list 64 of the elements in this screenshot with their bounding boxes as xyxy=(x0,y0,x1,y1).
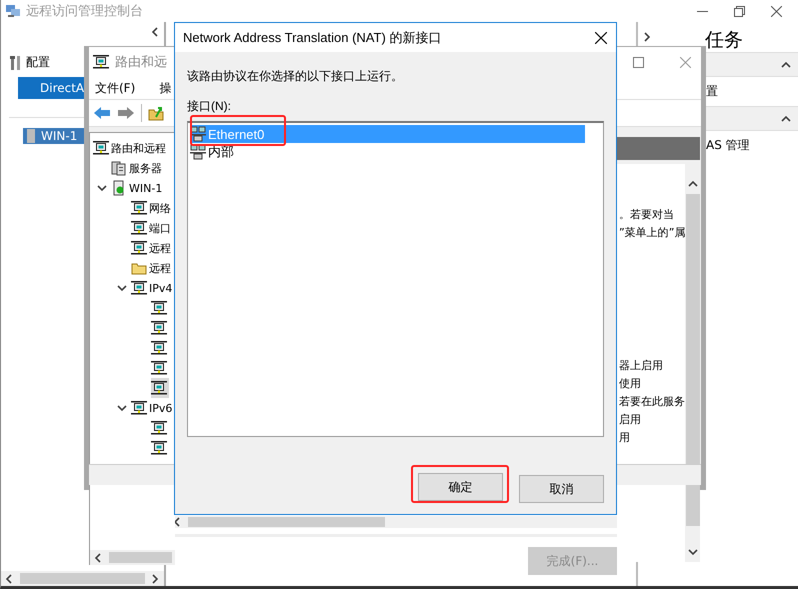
tools-icon xyxy=(9,54,23,70)
back-icon[interactable] xyxy=(93,106,111,120)
server-icon xyxy=(111,160,127,176)
list-label: 接口(N): xyxy=(187,99,232,113)
description-text: ”菜单上的”属 xyxy=(619,225,686,241)
tree-item[interactable]: 网络 xyxy=(131,198,173,218)
description-text: 启用 xyxy=(619,412,642,428)
scrollbar-thumb[interactable] xyxy=(109,552,172,563)
section-heading: 配置 xyxy=(26,54,50,71)
task-link[interactable]: 置 xyxy=(706,83,718,100)
tree-item[interactable]: 远程 xyxy=(131,238,173,258)
dialog-message: 该路由协议在你选择的以下接口上运行。 xyxy=(187,68,404,85)
description-text: 用 xyxy=(619,430,631,446)
server-item[interactable]: WIN-1 xyxy=(23,128,85,144)
network-adapter-icon xyxy=(190,126,206,142)
description-text: 器上启用 xyxy=(619,358,664,374)
tree-item[interactable]: IPv6 xyxy=(131,398,174,418)
computer-icon xyxy=(131,280,147,296)
computer-icon xyxy=(151,380,167,396)
restore-icon[interactable] xyxy=(734,6,745,16)
computer-icon xyxy=(131,200,147,216)
computer-icon xyxy=(93,140,109,156)
nav-button[interactable]: DirectA xyxy=(18,77,85,99)
list-item[interactable]: 内部 xyxy=(190,143,585,161)
computer-icon xyxy=(151,340,167,356)
app-icon xyxy=(5,3,21,19)
tree-item[interactable] xyxy=(151,378,169,398)
computer-icon xyxy=(151,420,167,436)
dialog-title: Network Address Translation (NAT) 的新接口 xyxy=(183,28,442,46)
scrollbar-thumb[interactable] xyxy=(20,573,145,584)
computer-icon xyxy=(131,400,147,416)
pane-title: 任务 xyxy=(705,28,743,53)
menu-item[interactable]: 操 xyxy=(159,80,172,96)
computer-icon xyxy=(131,240,147,256)
tree-item[interactable]: WIN-1 xyxy=(111,178,164,198)
dialog-button[interactable]: 取消 xyxy=(519,475,604,503)
tree-item[interactable]: 端口 xyxy=(131,218,173,238)
scrollbar-thumb[interactable] xyxy=(188,517,385,527)
tree-item[interactable]: 远程 xyxy=(131,258,173,278)
close-icon[interactable] xyxy=(595,32,607,44)
forward-icon[interactable] xyxy=(117,106,135,120)
task-link[interactable]: AS 管理 xyxy=(706,137,750,154)
computer-icon xyxy=(93,54,109,70)
computer-icon xyxy=(131,220,147,236)
computer-icon xyxy=(151,440,167,456)
computer-icon xyxy=(151,300,167,316)
computer-icon xyxy=(151,360,167,376)
window-title: 远程访问管理控制台 xyxy=(26,3,143,20)
scrollbar-thumb[interactable] xyxy=(686,194,700,526)
close-icon[interactable] xyxy=(771,6,782,16)
tree-item[interactable]: 路由和远程 xyxy=(93,138,168,158)
tree-item[interactable]: 服务器 xyxy=(111,158,164,178)
maximize-icon[interactable] xyxy=(633,56,644,68)
description-text: 使用 xyxy=(619,376,642,392)
description-text: 。若要对当 xyxy=(619,207,675,223)
computer-icon xyxy=(151,320,167,336)
dialog-button[interactable]: 确定 xyxy=(418,473,503,501)
server-icon xyxy=(27,129,35,143)
description-text: 若要在此服务 xyxy=(619,394,686,410)
menu-item[interactable]: 文件(F) xyxy=(95,80,136,96)
network-adapter-icon xyxy=(190,144,206,160)
tree-item[interactable]: IPv4 xyxy=(131,278,174,298)
window-title: 路由和远 xyxy=(115,54,167,71)
up-folder-icon[interactable] xyxy=(148,105,164,121)
